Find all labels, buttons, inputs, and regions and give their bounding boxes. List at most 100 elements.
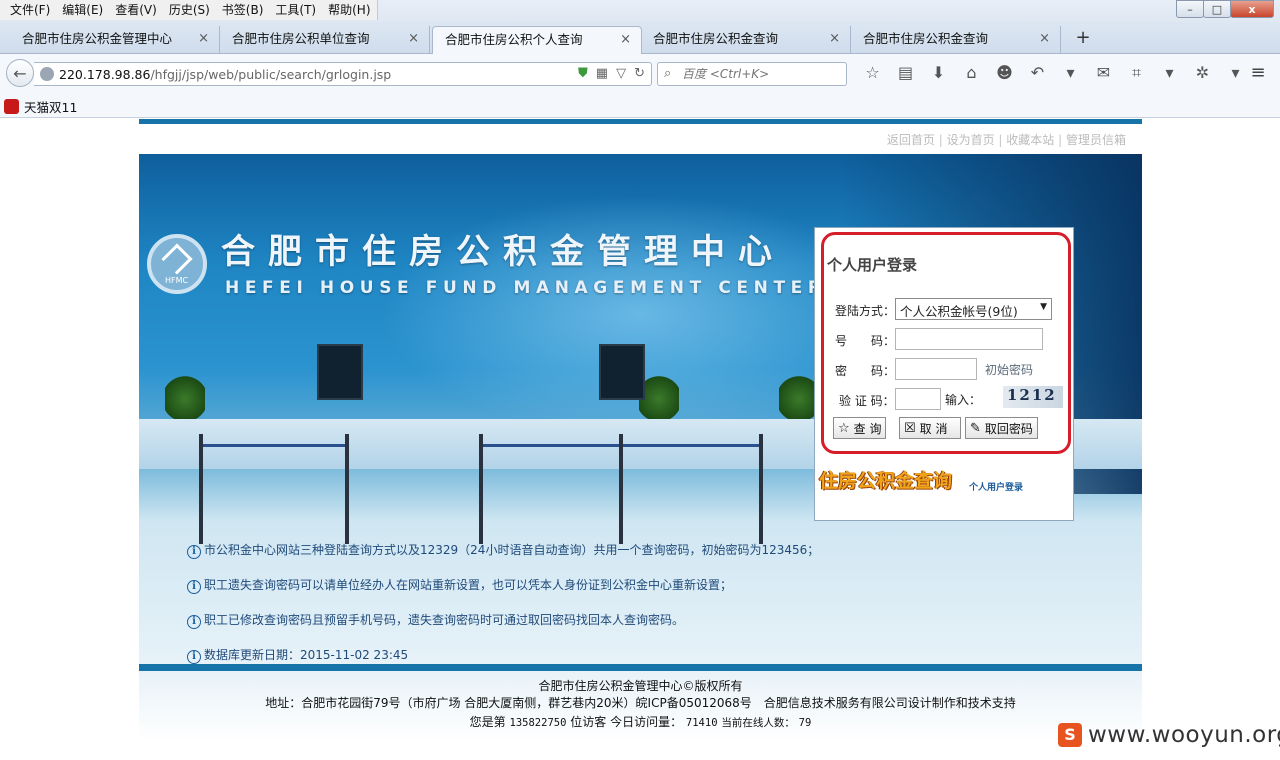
tab-label: 合肥市住房公积金查询 [653, 31, 779, 46]
chat-icon[interactable]: ☻ [988, 62, 1021, 84]
brand-title: 住房公积金查询 [819, 470, 953, 492]
menu-edit[interactable]: 编辑(E) [56, 0, 109, 20]
maximize-button[interactable]: □ [1203, 0, 1231, 18]
notice-text: 市公积金中心网站三种登陆查询方式以及12329（24小时语音自动查询）共用一个查… [204, 543, 820, 557]
captcha-input-label: 输入： [945, 393, 982, 407]
menu-file[interactable]: 文件(F) [4, 0, 56, 20]
tab-fund-query-1[interactable]: 合肥市住房公积金查询 × [641, 26, 851, 54]
plant-decoration [779, 374, 819, 424]
menu-view[interactable]: 查看(V) [109, 0, 163, 20]
toolbar-icons: ☆ ▤ ⬇ ⌂ ☻ ↶ ▾ ✉ ⌗ ▾ ✲ ▾ [856, 62, 1252, 84]
dropdown-icon[interactable]: ▽ [616, 66, 626, 81]
download-icon[interactable]: ⬇ [922, 62, 955, 84]
footer-stripe [139, 664, 1142, 671]
captcha-image[interactable]: 1212 [1003, 386, 1063, 408]
monitor-decoration [599, 344, 645, 400]
method-label: 登陆方式： [835, 304, 896, 318]
tab-close-icon[interactable]: × [829, 26, 840, 52]
globe-icon [40, 67, 54, 81]
tab-fund-query-2[interactable]: 合肥市住房公积金查询 × [851, 26, 1061, 54]
dropdown-icon[interactable]: ▾ [1153, 62, 1186, 84]
url-bar-buttons: ⛊ ▦ ▽ ↻ [578, 66, 645, 81]
back-button[interactable]: ← [6, 59, 34, 87]
link-set-homepage[interactable]: 设为首页 [947, 133, 995, 147]
bookmarks-bar: 天猫双11 [0, 92, 1280, 118]
minimize-button[interactable]: – [1176, 0, 1204, 18]
pole-decoration [479, 434, 483, 544]
visitor-count: 135822750 [509, 717, 567, 729]
query-button[interactable]: ☆ 查 询 [833, 417, 887, 439]
login-panel: 个人用户登录 登陆方式： 个人公积金帐号(9位) ▼ 号 码： 密 码： 初始密… [814, 227, 1074, 521]
close-window-button[interactable]: x [1230, 0, 1274, 18]
plant-decoration [639, 374, 679, 424]
pole-decoration [199, 434, 203, 544]
menu-tools[interactable]: 工具(T) [269, 0, 322, 20]
reading-list-icon[interactable]: ▤ [889, 62, 922, 84]
search-bar[interactable]: ⌕ [657, 62, 847, 86]
dropdown-icon[interactable]: ▾ [1054, 62, 1087, 84]
pole-decoration [619, 434, 623, 544]
number-input[interactable] [895, 328, 1043, 350]
hamburger-menu-icon[interactable]: ≡ [1246, 62, 1270, 84]
comment-icon[interactable]: ✉ [1087, 62, 1120, 84]
visitor-mid: 位访客 今日访问量： [570, 715, 683, 729]
home-icon[interactable]: ⌂ [955, 62, 988, 84]
cancel-button[interactable]: ☒ 取 消 [899, 417, 961, 439]
info-icon: i [187, 650, 201, 664]
pole-decoration [759, 434, 763, 544]
bookmark-star-icon[interactable]: ☆ [856, 62, 889, 84]
back-arrow-icon: ← [13, 63, 27, 83]
notice-item: i 职工遗失查询密码可以请单位经办人在网站重新设置，也可以凭本人身份证到公积金中心… [187, 576, 732, 594]
tab-close-icon[interactable]: × [1039, 26, 1050, 52]
tab-close-icon[interactable]: × [408, 26, 419, 52]
link-bookmark-site[interactable]: 收藏本站 [1006, 133, 1054, 147]
tab-close-icon[interactable]: × [198, 26, 209, 52]
tab-unit-query[interactable]: 合肥市住房公积单位查询 × [220, 26, 430, 54]
addon-icon[interactable]: ✲ [1186, 62, 1219, 84]
watermark: S www.wooyun.org [1058, 722, 1280, 748]
initial-password-link[interactable]: 初始密码 [985, 361, 1033, 378]
tab-strip: 合肥市住房公积金管理中心 × 合肥市住房公积单位查询 × 合肥市住房公积个人查询… [0, 22, 1280, 55]
new-tab-button[interactable]: + [1072, 26, 1094, 52]
menu-bar: 文件(F) 编辑(E) 查看(V) 历史(S) 书签(B) 工具(T) 帮助(H… [0, 0, 1280, 22]
info-icon: i [187, 545, 201, 559]
password-input[interactable] [895, 358, 977, 380]
bookmark-tmall[interactable]: 天猫双11 [4, 97, 77, 116]
menu-help[interactable]: 帮助(H) [322, 0, 376, 20]
menu-bookmarks[interactable]: 书签(B) [216, 0, 270, 20]
tab-close-icon[interactable]: × [620, 27, 631, 53]
notice-item: i 职工已修改查询密码且预留手机号码，遗失查询密码时可通过取回密码找回本人查询密码… [187, 611, 684, 629]
notice-text: 职工已修改查询密码且预留手机号码，遗失查询密码时可通过取回密码找回本人查询密码。 [204, 613, 685, 627]
search-input[interactable] [682, 66, 842, 82]
url-bar[interactable]: 220.178.98.86/hfgjj/jsp/web/public/searc… [34, 62, 652, 86]
tab-label: 合肥市住房公积金管理中心 [22, 31, 173, 46]
divider: | [938, 133, 947, 147]
crop-icon[interactable]: ⌗ [1120, 62, 1153, 84]
window-controls: – □ x [1176, 0, 1274, 18]
captcha-input[interactable] [895, 388, 941, 410]
rope-decoration [483, 444, 619, 447]
login-title: 个人用户登录 [827, 256, 918, 274]
retrieve-password-button[interactable]: ✎ 取回密码 [965, 417, 1038, 439]
document-icon: ✎ [970, 420, 981, 436]
menu-list: 文件(F) 编辑(E) 查看(V) 历史(S) 书签(B) 工具(T) 帮助(H… [0, 0, 378, 20]
captcha-label: 验 证 码： [839, 394, 895, 408]
plant-decoration [165, 374, 205, 424]
banner-subtitle: HEFEI HOUSE FUND MANAGEMENT CENTER [225, 278, 827, 298]
navigation-bar: ← 220.178.98.86/hfgjj/jsp/web/public/sea… [0, 54, 1280, 92]
login-method-select[interactable]: 个人公积金帐号(9位) ▼ [895, 298, 1052, 320]
link-home[interactable]: 返回首页 [887, 133, 935, 147]
menu-history[interactable]: 历史(S) [163, 0, 216, 20]
footer-copyright: 合肥市住房公积金管理中心©版权所有 [538, 679, 743, 693]
link-admin-mail[interactable]: 管理员信箱 [1066, 133, 1126, 147]
notice-text: 职工遗失查询密码可以请单位经办人在网站重新设置，也可以凭本人身份证到公积金中心重… [204, 578, 733, 592]
undo-icon[interactable]: ↶ [1021, 62, 1054, 84]
tab-fund-center[interactable]: 合肥市住房公积金管理中心 × [10, 26, 220, 54]
banner-title: 合肥市住房公积金管理中心 [221, 232, 785, 272]
selected-method: 个人公积金帐号(9位) [900, 304, 1018, 319]
reload-icon[interactable]: ↻ [634, 66, 645, 81]
footer-visitors: 您是第 135822750 位访客 今日访问量： 71410 当前在线人数： 7… [139, 713, 1142, 730]
shield-icon[interactable]: ⛊ [578, 66, 588, 81]
qrcode-icon[interactable]: ▦ [596, 66, 608, 81]
tab-personal-query[interactable]: 合肥市住房公积个人查询 × [432, 26, 642, 55]
